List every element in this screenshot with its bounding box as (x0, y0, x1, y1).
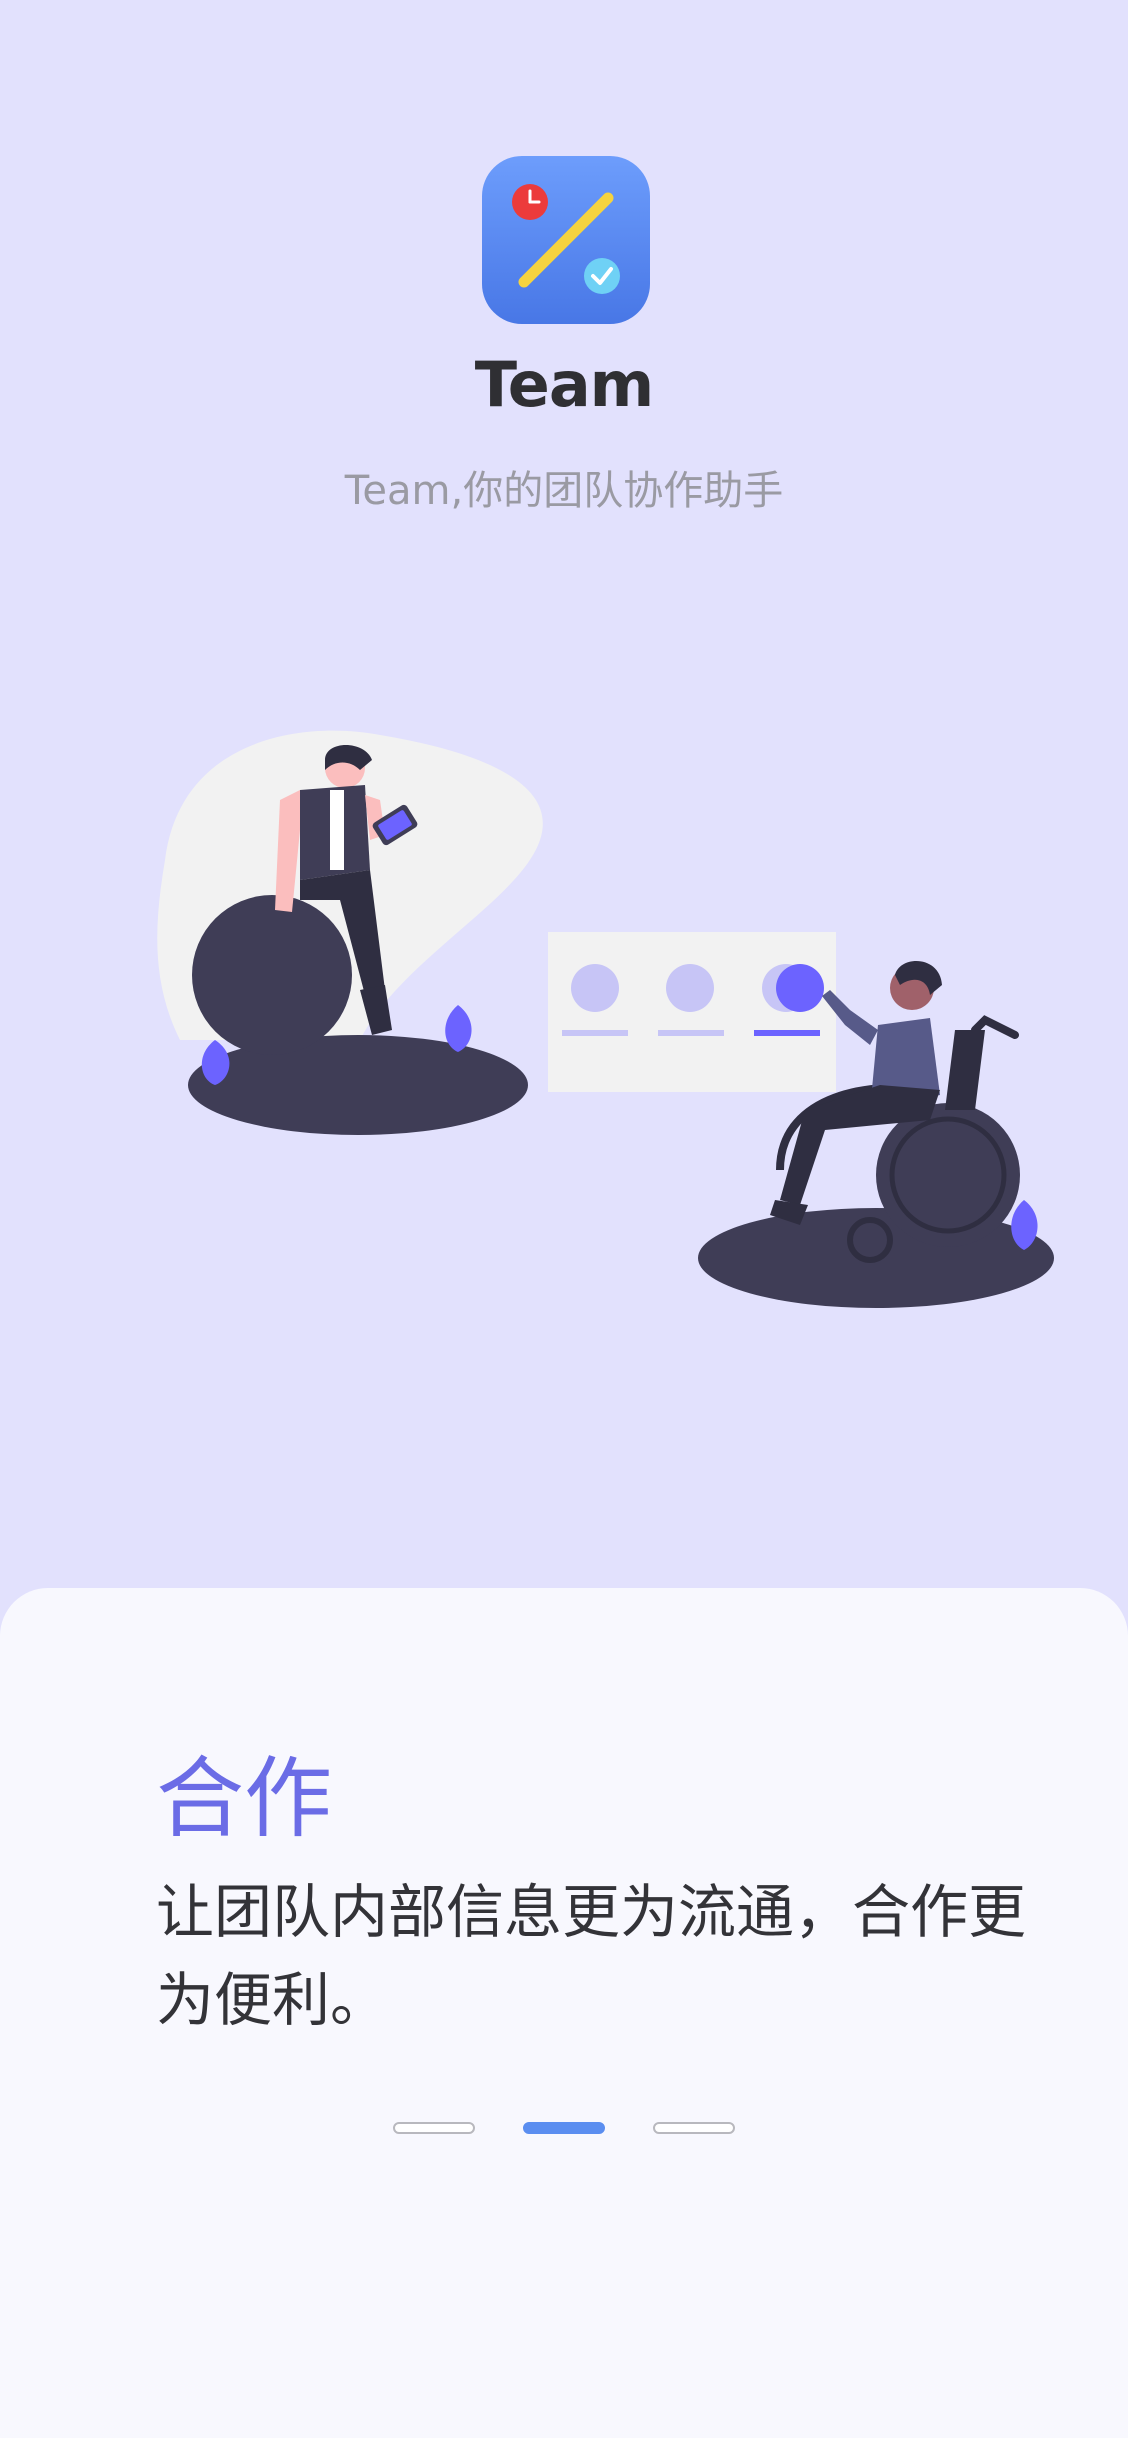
profiles-card (548, 932, 836, 1092)
app-icon (482, 156, 650, 324)
app-title: Team (474, 348, 655, 421)
onboarding-card: 合作 让团队内部信息更为流通，合作更为便利。 (0, 1588, 1128, 2438)
onboarding-description: 让团队内部信息更为流通，合作更为便利。 (156, 1878, 1027, 2034)
page-dot-3[interactable] (653, 2122, 735, 2134)
app-subtitle: Team,你的团队协作助手 (344, 468, 784, 514)
left-ground (188, 1035, 528, 1135)
page-dot-1[interactable] (393, 2122, 475, 2134)
page-indicator (0, 2122, 1128, 2134)
onboarding-title: 合作 (156, 1747, 333, 1850)
ball (192, 895, 352, 1055)
page-dot-2-active[interactable] (523, 2122, 605, 2134)
collaboration-illustration (0, 700, 1128, 1340)
